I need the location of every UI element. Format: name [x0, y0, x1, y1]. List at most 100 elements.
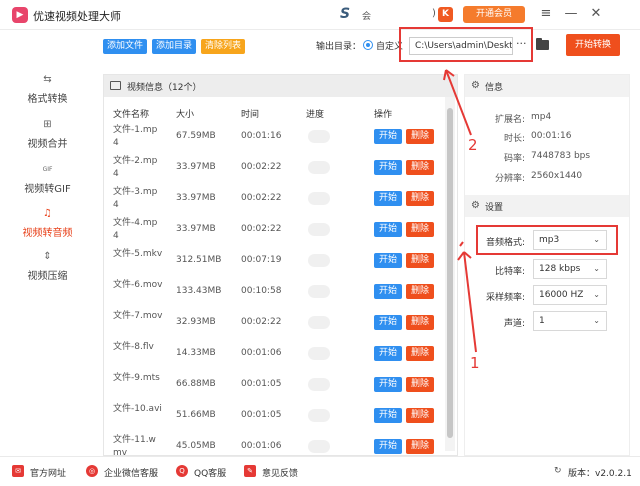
col-header-time: 时间 [241, 110, 260, 120]
start-button[interactable]: 开始 [374, 377, 402, 392]
custom-radio[interactable] [363, 40, 373, 50]
wechat-service-link[interactable]: 企业微信客服 [104, 466, 158, 479]
wechat-icon[interactable]: ◎ [86, 465, 98, 477]
user-suffix: ) [432, 8, 436, 19]
file-name: 文件-4.mp4 [113, 218, 158, 241]
chevron-down-icon: ⌄ [593, 264, 600, 273]
sidebar-item-merge[interactable]: ⊞ 视频合并 [0, 119, 95, 155]
start-button[interactable]: 开始 [374, 222, 402, 237]
delete-button[interactable]: 删除 [406, 160, 434, 175]
start-button[interactable]: 开始 [374, 439, 402, 454]
sidebar-item-to-audio[interactable]: ♫ 视频转音频 [0, 208, 95, 244]
clear-list-button[interactable]: 清除列表 [201, 39, 245, 54]
sample-rate-select[interactable]: 16000 HZ ⌄ [533, 285, 607, 305]
channel-select[interactable]: 1 ⌄ [533, 311, 607, 331]
bitrate-select[interactable]: 128 kbps ⌄ [533, 259, 607, 279]
progress-indicator [308, 440, 330, 453]
sidebar-item-compress[interactable]: ⇕ 视频压缩 [0, 251, 95, 287]
start-button[interactable]: 开始 [374, 346, 402, 361]
sidebar-item-label: 格式转换 [27, 94, 68, 105]
right-panel: ⚙ 信息 扩展名: mp4 时长: 00:01:16 码率: 7448783 b… [464, 74, 630, 456]
feedback-icon[interactable]: ✎ [244, 465, 256, 477]
gear-icon: ⚙ [471, 200, 480, 211]
sidebar-item-gif[interactable]: GIF 视频转GIF [0, 164, 95, 200]
delete-button[interactable]: 删除 [406, 129, 434, 144]
qq-icon[interactable]: Q [176, 465, 188, 477]
file-size: 14.33MB [176, 348, 216, 358]
bitrate-info-value: 7448783 bps [531, 151, 591, 161]
start-button[interactable]: 开始 [374, 129, 402, 144]
delete-button[interactable]: 删除 [406, 253, 434, 268]
start-button[interactable]: 开始 [374, 284, 402, 299]
file-duration: 00:01:06 [241, 348, 282, 358]
info-title: 信息 [485, 83, 504, 93]
table-row[interactable]: 文件-9.mts 66.88MB 00:01:05 开始 删除 [104, 370, 446, 401]
file-name: 文件-9.mts [113, 373, 160, 383]
file-duration: 00:02:22 [241, 224, 282, 234]
table-row[interactable]: 文件-1.mp4 67.59MB 00:01:16 开始 删除 [104, 122, 446, 153]
progress-indicator [308, 254, 330, 267]
file-size: 32.93MB [176, 317, 216, 327]
table-row[interactable]: 文件-6.mov 133.43MB 00:10:58 开始 删除 [104, 277, 446, 308]
refresh-icon[interactable]: ↻ [554, 466, 562, 476]
delete-button[interactable]: 删除 [406, 377, 434, 392]
website-icon[interactable]: ✉ [12, 465, 24, 477]
website-link[interactable]: 官方网址 [30, 466, 66, 479]
sidebar-item-format-convert[interactable]: ⇆ 格式转换 [0, 74, 95, 110]
arrow-one-head-a [459, 241, 464, 247]
table-row[interactable]: 文件-3.mp4 33.97MB 00:02:22 开始 删除 [104, 184, 446, 215]
delete-button[interactable]: 删除 [406, 191, 434, 206]
table-row[interactable]: 文件-2.mp4 33.97MB 00:02:22 开始 删除 [104, 153, 446, 184]
list-scroll-thumb[interactable] [447, 108, 453, 438]
start-button[interactable]: 开始 [374, 160, 402, 175]
delete-button[interactable]: 删除 [406, 284, 434, 299]
progress-indicator [308, 161, 330, 174]
file-name: 文件-6.mov [113, 280, 163, 290]
start-button[interactable]: 开始 [374, 408, 402, 423]
sidebar-item-label: 视频合并 [27, 139, 68, 150]
file-size: 33.97MB [176, 162, 216, 172]
duration-value: 00:01:16 [531, 131, 572, 141]
start-convert-button[interactable]: 开始转换 [566, 34, 620, 56]
feedback-link[interactable]: 意见反馈 [262, 466, 298, 479]
sample-rate-value: 16000 HZ [539, 290, 584, 300]
start-button[interactable]: 开始 [374, 253, 402, 268]
table-row[interactable]: 文件-4.mp4 33.97MB 00:02:22 开始 删除 [104, 215, 446, 246]
output-dir-label: 输出目录： [316, 42, 362, 52]
compress-icon: ⇕ [43, 251, 52, 262]
delete-button[interactable]: 删除 [406, 222, 434, 237]
file-size: 33.97MB [176, 224, 216, 234]
minimize-icon[interactable]: — [563, 6, 579, 22]
table-row[interactable]: 文件-5.mkv 312.51MB 00:07:19 开始 删除 [104, 246, 446, 277]
table-row[interactable]: 文件-10.avi 51.66MB 00:01:05 开始 删除 [104, 401, 446, 432]
delete-button[interactable]: 删除 [406, 439, 434, 454]
file-size: 312.51MB [176, 255, 222, 265]
menu-icon[interactable]: ≡ [538, 6, 554, 22]
k-badge-icon[interactable]: K [438, 7, 453, 22]
delete-button[interactable]: 删除 [406, 408, 434, 423]
sidebar-item-label: 视频转音频 [22, 228, 73, 239]
add-dir-button[interactable]: 添加目录 [152, 39, 196, 54]
add-file-button[interactable]: 添加文件 [103, 39, 147, 54]
start-button[interactable]: 开始 [374, 315, 402, 330]
progress-indicator [308, 347, 330, 360]
resolution-label: 分辨率: [494, 174, 525, 184]
vip-button[interactable]: 开通会员 [463, 6, 525, 23]
annotation-number-two: 2 [468, 136, 478, 154]
title-bar: ▶ 优速视频处理大师 S 会 ) K 开通会员 ≡ — ✕ [0, 0, 640, 30]
highlight-box-output [399, 27, 533, 62]
delete-button[interactable]: 删除 [406, 315, 434, 330]
start-button[interactable]: 开始 [374, 191, 402, 206]
delete-button[interactable]: 删除 [406, 346, 434, 361]
ext-value: mp4 [531, 112, 552, 122]
qq-service-link[interactable]: QQ客服 [194, 466, 226, 479]
file-duration: 00:01:16 [241, 131, 282, 141]
channel-label: 声道: [503, 319, 525, 329]
user-label[interactable]: 会 [362, 9, 371, 22]
file-duration: 00:02:22 [241, 193, 282, 203]
progress-indicator [308, 378, 330, 391]
table-row[interactable]: 文件-7.mov 32.93MB 00:02:22 开始 删除 [104, 308, 446, 339]
folder-icon[interactable] [536, 38, 549, 50]
table-row[interactable]: 文件-8.flv 14.33MB 00:01:06 开始 删除 [104, 339, 446, 370]
close-icon[interactable]: ✕ [588, 6, 604, 22]
